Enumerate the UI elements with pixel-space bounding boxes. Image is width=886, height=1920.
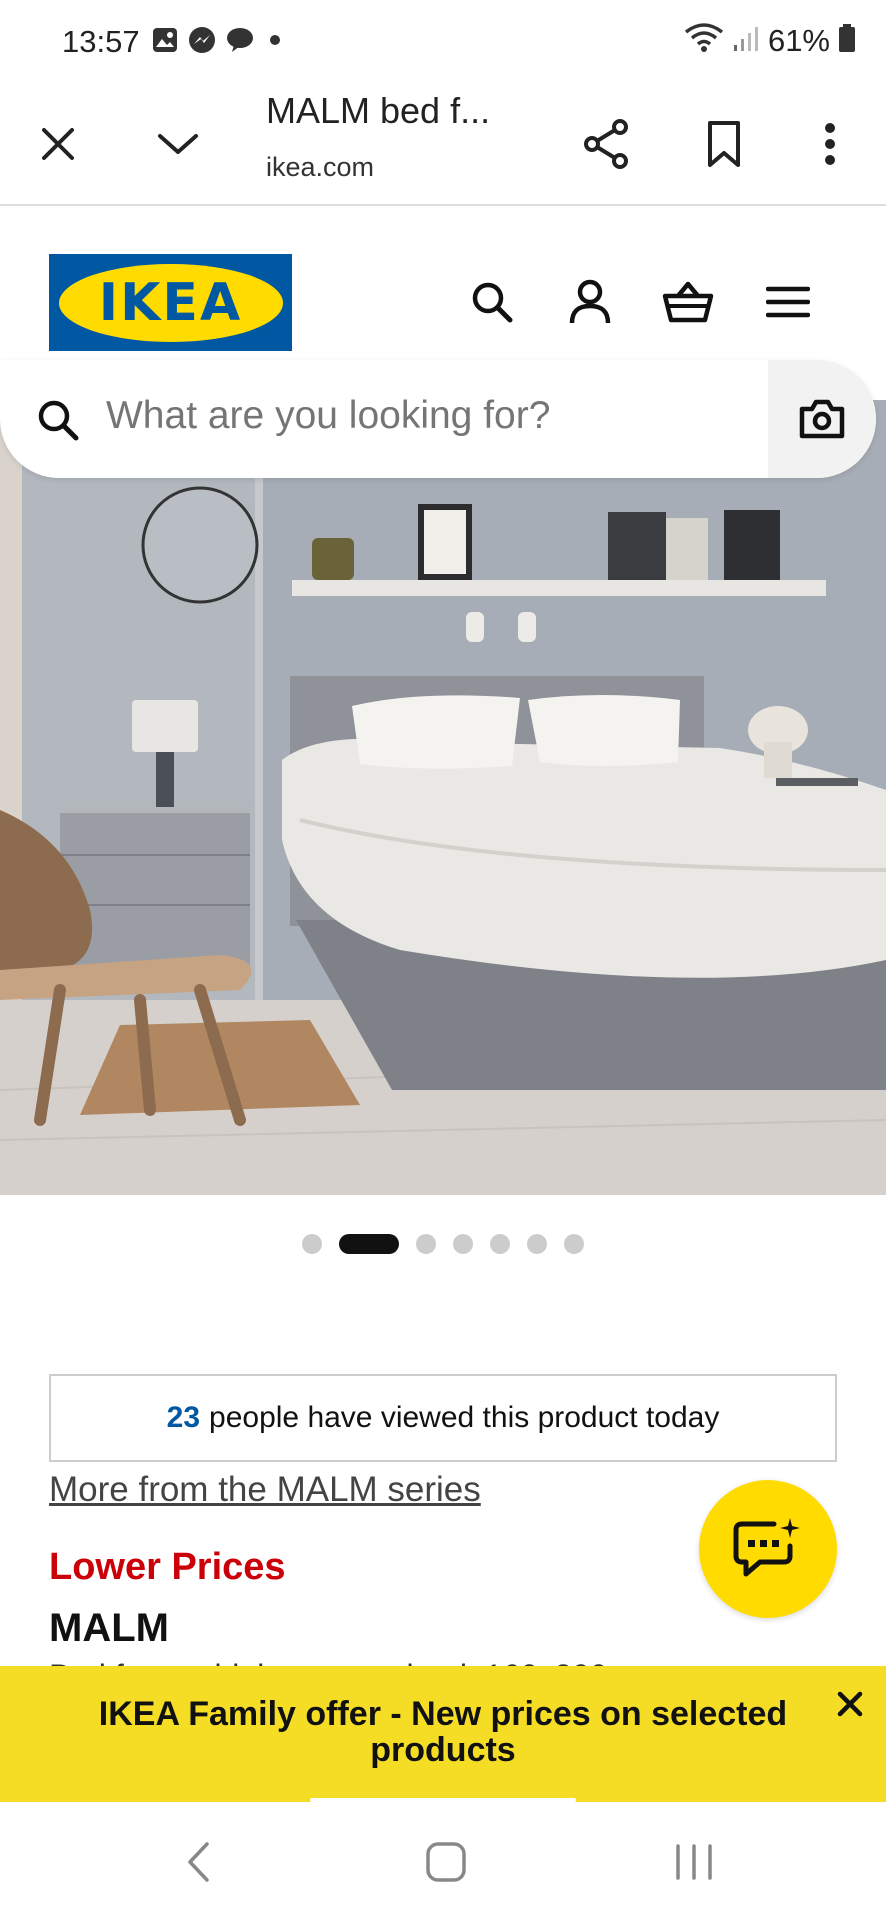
recents-icon <box>676 1844 712 1880</box>
carousel-dot[interactable] <box>453 1234 473 1254</box>
search-bar[interactable] <box>0 360 876 478</box>
system-icons: 61% <box>684 22 856 59</box>
system-nav-bar <box>0 1802 886 1920</box>
logo-text: IKEA <box>98 272 243 333</box>
product-name: MALM <box>49 1606 169 1650</box>
ikea-logo[interactable]: IKEA <box>49 254 292 351</box>
account-icon <box>569 279 611 324</box>
signal-icon <box>732 23 760 58</box>
series-link[interactable]: More from the MALM series <box>49 1470 481 1510</box>
search-bar-icon <box>36 398 80 447</box>
viewers-count: 23 <box>166 1401 201 1434</box>
banner-handle <box>310 1798 576 1802</box>
bookmark-icon <box>708 121 740 167</box>
offer-banner[interactable]: IKEA Family offer - New prices on select… <box>0 1666 886 1802</box>
dot-icon <box>264 29 286 56</box>
offer-close-button[interactable] <box>828 1682 872 1726</box>
carousel-dot[interactable] <box>490 1234 510 1254</box>
home-button[interactable] <box>406 1832 486 1892</box>
back-button[interactable] <box>158 1832 238 1892</box>
notification-icons <box>152 26 286 59</box>
status-bar: 13:57 61% <box>0 0 886 84</box>
carousel-dot[interactable] <box>527 1234 547 1254</box>
carousel-dot-active[interactable] <box>339 1234 399 1254</box>
wifi-icon <box>684 22 724 59</box>
basket-button[interactable] <box>658 272 718 332</box>
minimize-button[interactable] <box>140 106 216 182</box>
close-icon <box>837 1691 863 1717</box>
carousel-indicator <box>0 1234 886 1254</box>
close-tab-button[interactable] <box>20 106 96 182</box>
account-button[interactable] <box>560 272 620 332</box>
menu-button[interactable] <box>758 272 818 332</box>
back-icon <box>188 1842 209 1882</box>
more-options-button[interactable] <box>792 106 868 182</box>
messenger-icon <box>188 26 216 59</box>
page-title: MALM bed f... <box>266 90 491 131</box>
carousel-dot[interactable] <box>416 1234 436 1254</box>
chevron-down-icon <box>158 134 198 154</box>
bookmark-button[interactable] <box>686 106 762 182</box>
chat-bubble-icon <box>226 27 254 58</box>
recents-button[interactable] <box>654 1832 734 1892</box>
product-image[interactable] <box>0 400 886 1195</box>
share-button[interactable] <box>568 106 644 182</box>
camera-icon <box>799 399 845 439</box>
search-input[interactable] <box>106 394 746 438</box>
status-time: 13:57 <box>62 24 140 59</box>
search-icon <box>38 400 79 441</box>
close-icon <box>42 128 74 160</box>
viewers-notice: 23 people have viewed this product today <box>49 1374 837 1462</box>
share-icon <box>584 119 628 169</box>
promo-label: Lower Prices <box>49 1546 286 1588</box>
battery-icon <box>838 23 856 58</box>
ai-chat-icon <box>733 1518 800 1577</box>
viewers-text: people have viewed this product today <box>209 1401 720 1434</box>
menu-icon <box>766 286 810 318</box>
offer-text: IKEA Family offer - New prices on select… <box>98 1695 788 1769</box>
home-icon <box>426 1842 466 1882</box>
search-icon <box>472 282 513 323</box>
more-vert-icon <box>825 123 835 165</box>
header-search-button[interactable] <box>462 272 522 332</box>
page-domain: ikea.com <box>266 152 375 182</box>
carousel-dot[interactable] <box>564 1234 584 1254</box>
carousel-dot[interactable] <box>302 1234 322 1254</box>
basket-icon <box>662 281 714 323</box>
gallery-icon <box>152 27 178 58</box>
battery-text: 61% <box>767 22 830 58</box>
chat-assistant-button[interactable] <box>699 1480 837 1618</box>
browser-toolbar: MALM bed f... ikea.com <box>0 84 886 206</box>
